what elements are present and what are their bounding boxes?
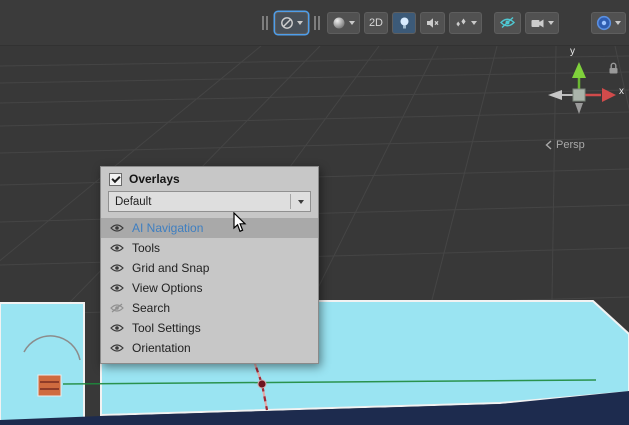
menu-item-tools[interactable]: Tools: [101, 238, 318, 258]
menu-item-label: Tool Settings: [132, 321, 201, 335]
lock-icon[interactable]: [608, 62, 619, 75]
eye-icon: [110, 263, 124, 273]
eye-icon: [110, 243, 124, 253]
chevron-down-icon: [548, 21, 554, 25]
chevron-down-icon: [349, 21, 355, 25]
gizmo-neg-x-cone: [548, 90, 562, 100]
shading-mode-button[interactable]: [327, 12, 360, 34]
menu-item-grid-and-snap[interactable]: Grid and Snap: [101, 258, 318, 278]
menu-item-label: Orientation: [132, 341, 191, 355]
chevron-down-icon: [298, 200, 304, 204]
gizmo-neg-y-cone: [575, 103, 583, 114]
lightbulb-icon: [398, 16, 411, 30]
blue-circle-target-icon: [596, 15, 612, 31]
eye-icon: [110, 343, 124, 353]
eye-icon: [110, 223, 124, 233]
scene-effects-button[interactable]: [449, 12, 482, 34]
camera-icon: [530, 16, 545, 30]
2d-mode-label: 2D: [369, 17, 383, 29]
chevron-down-icon: [615, 21, 621, 25]
2d-mode-button[interactable]: 2D: [364, 12, 388, 34]
projection-toggle[interactable]: Persp: [545, 139, 585, 151]
eye-slash-icon: [110, 303, 124, 313]
eye-slash-teal-icon: [499, 16, 516, 29]
component-tools-button[interactable]: [591, 12, 626, 34]
scene-visibility-button[interactable]: [494, 12, 521, 34]
menu-item-label: AI Navigation: [132, 221, 203, 235]
menu-item-label: Tools: [132, 241, 160, 255]
overlays-toolbar-button[interactable]: [275, 12, 308, 34]
scene-audio-button[interactable]: [420, 12, 445, 34]
menu-item-tool-settings[interactable]: Tool Settings: [101, 318, 318, 338]
gizmo-y-cone: [572, 62, 586, 78]
overlays-menu-title: Overlays: [129, 172, 180, 186]
scene-camera-button[interactable]: [525, 12, 559, 34]
shaded-sphere-icon: [332, 16, 346, 30]
projection-label: Persp: [556, 139, 585, 151]
overlays-menu: Overlays Default AI Navigation Tools: [100, 166, 319, 364]
floor-left[interactable]: [0, 303, 84, 425]
gizmo-x-label: x: [619, 86, 624, 97]
effects-stars-icon: [454, 16, 468, 30]
dropdown-separator: [290, 194, 291, 209]
overlays-preset-dropdown[interactable]: Default: [108, 191, 311, 212]
eye-icon: [110, 283, 124, 293]
nav-path-node: [258, 380, 266, 388]
orientation-gizmo[interactable]: [536, 50, 628, 116]
scene-lighting-button[interactable]: [392, 12, 416, 34]
overlays-menu-header: Overlays: [101, 167, 318, 190]
overlays-icon: [280, 16, 294, 30]
menu-item-orientation[interactable]: Orientation: [101, 338, 318, 358]
overlays-preset-value: Default: [115, 196, 151, 208]
gizmo-y-label: y: [570, 46, 575, 57]
agent-box[interactable]: [38, 375, 61, 396]
menu-item-label: Search: [132, 301, 170, 315]
menu-item-search[interactable]: Search: [101, 298, 318, 318]
gizmo-x-cone: [602, 88, 616, 102]
menu-item-label: Grid and Snap: [132, 261, 209, 275]
scene-toolbar: 2D: [0, 0, 629, 46]
chevron-left-icon: [545, 140, 552, 150]
gizmo-center-cube: [573, 89, 585, 101]
overlays-menu-items: AI Navigation Tools Grid and Snap View O…: [101, 218, 318, 363]
menu-item-view-options[interactable]: View Options: [101, 278, 318, 298]
toolbar-drag-handle[interactable]: [314, 16, 321, 30]
eye-icon: [110, 323, 124, 333]
speaker-muted-icon: [425, 16, 440, 30]
menu-item-label: View Options: [132, 281, 202, 295]
mouse-cursor: [233, 212, 247, 233]
menu-item-ai-navigation[interactable]: AI Navigation: [101, 218, 318, 238]
chevron-down-icon: [297, 21, 303, 25]
toolbar-drag-handle[interactable]: [262, 16, 269, 30]
overlays-enabled-checkbox[interactable]: [109, 173, 122, 186]
chevron-down-icon: [471, 21, 477, 25]
